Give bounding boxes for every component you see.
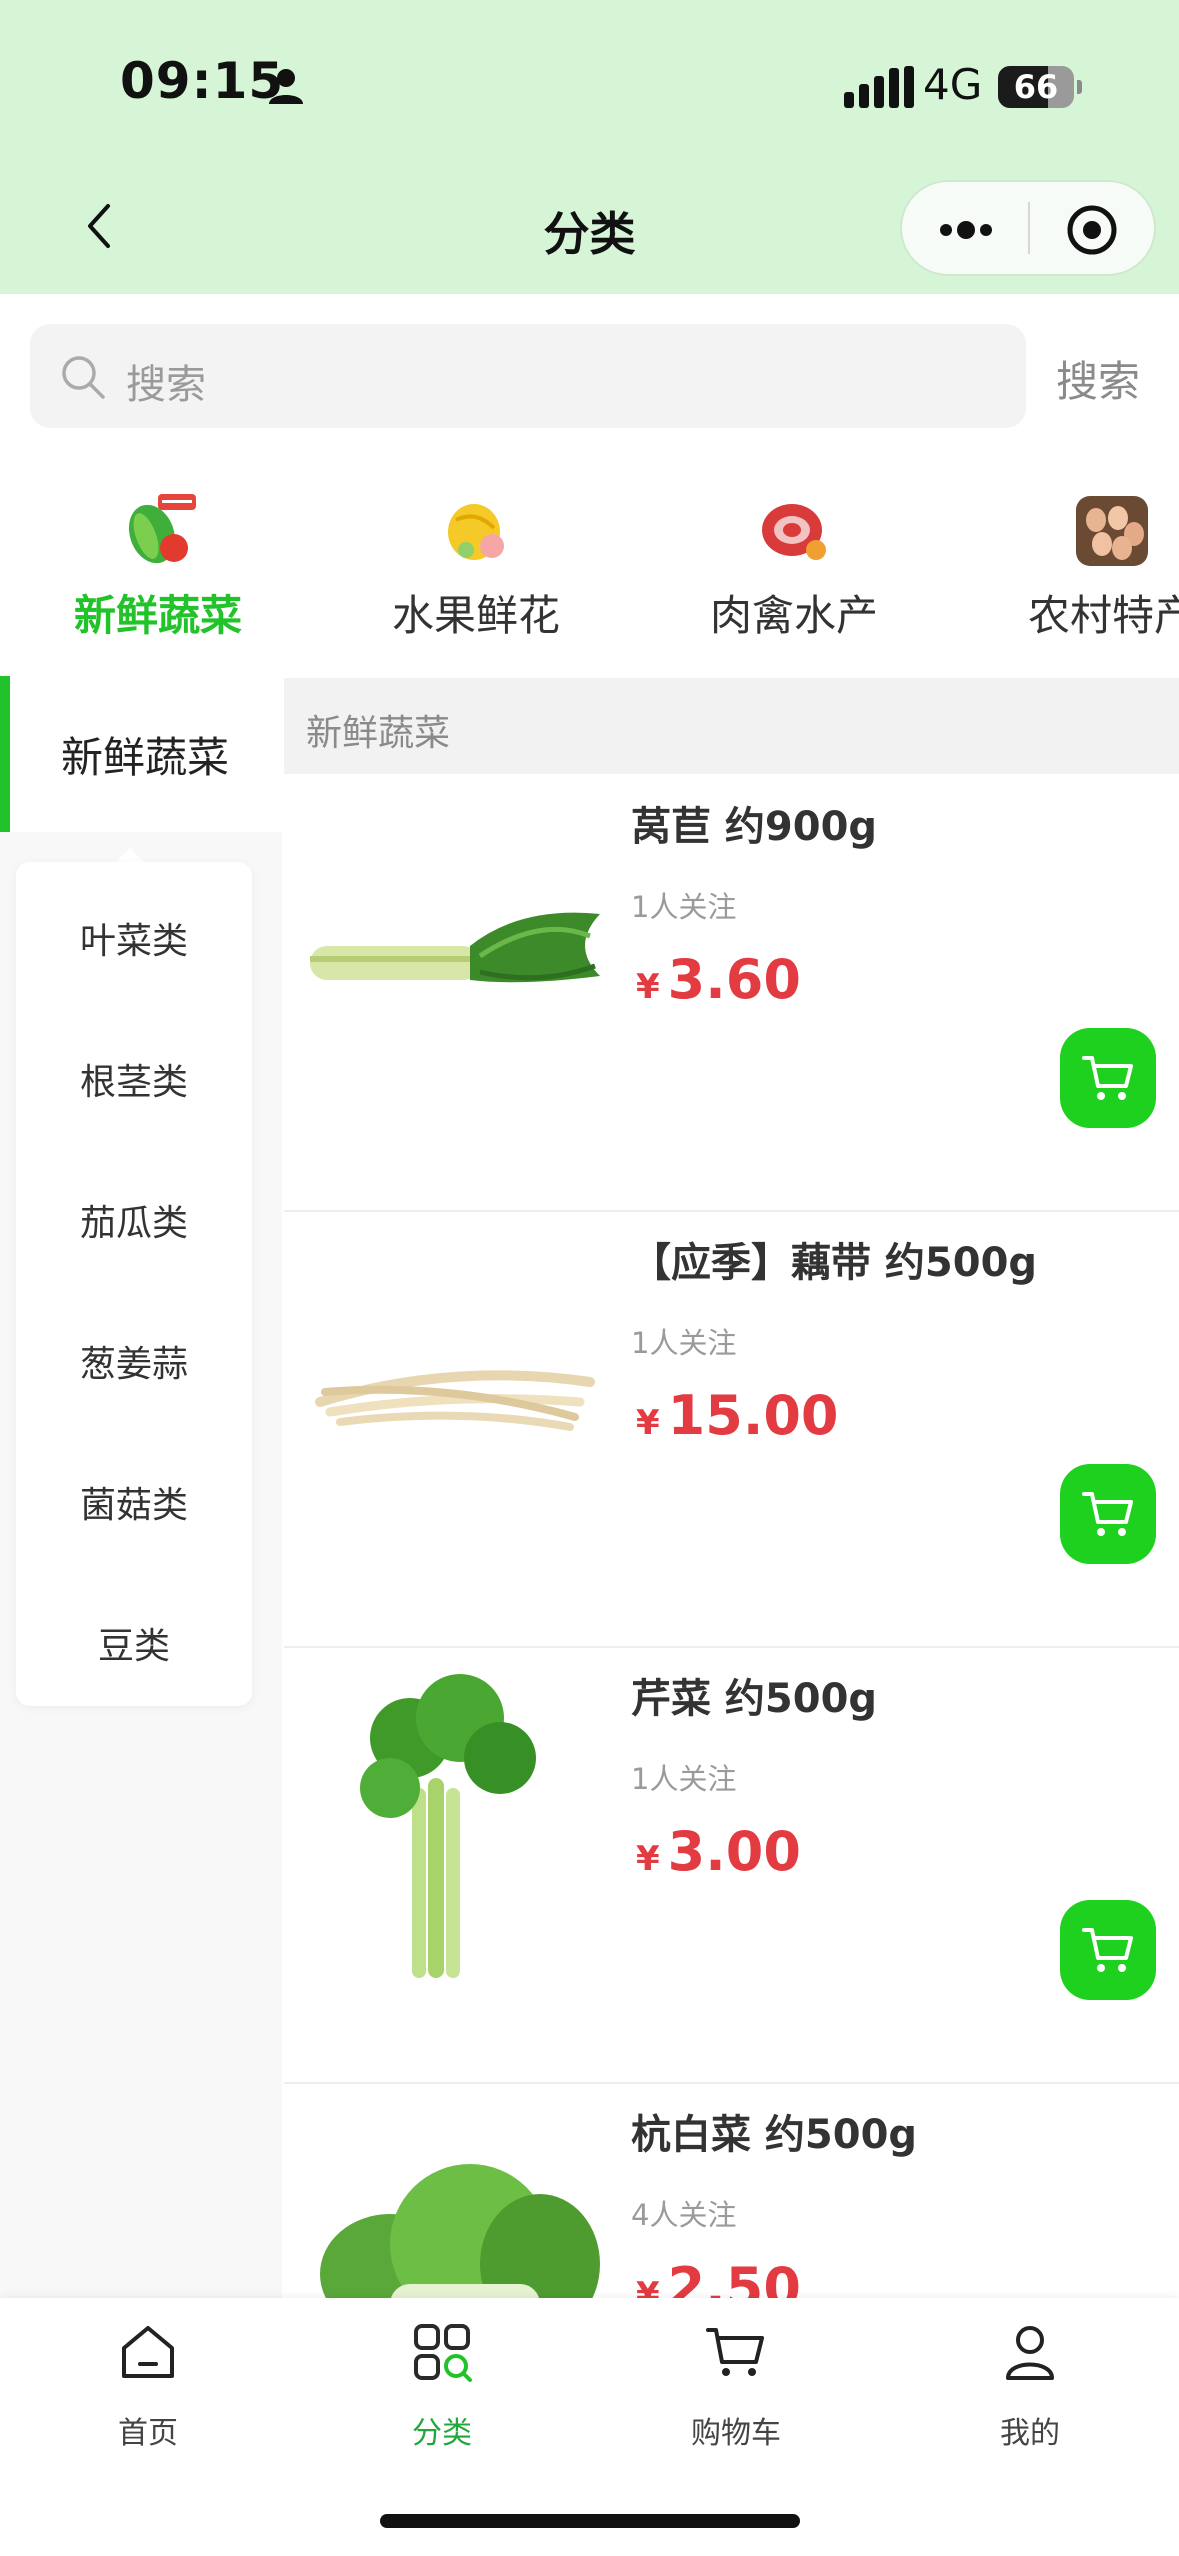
top-category-fruit[interactable]: 水果鲜花 — [326, 490, 626, 650]
product-card[interactable]: 莴苣 约900g 1人关注 ¥3.60 — [284, 776, 1179, 1212]
top-category-specialty[interactable]: 农村特产 — [962, 490, 1179, 650]
left-category-active[interactable]: 新鲜蔬菜 — [0, 676, 282, 832]
search-input[interactable]: 搜索 — [30, 324, 1026, 428]
tab-home[interactable]: 首页 — [48, 2320, 248, 2460]
meat-icon — [762, 504, 826, 560]
network-label: 4G — [923, 60, 983, 109]
cart-icon — [1082, 1928, 1133, 1972]
tab-cart[interactable]: 购物车 — [636, 2320, 836, 2460]
search-icon — [62, 356, 105, 399]
subcategory-panel: 叶菜类 根茎类 茄瓜类 葱姜蒜 菌菇类 豆类 — [16, 862, 252, 1706]
product-name: 芹菜 约500g — [631, 1676, 878, 1722]
top-category-label: 水果鲜花 — [391, 591, 560, 640]
cart-icon — [1082, 1492, 1133, 1536]
product-price: ¥15.00 — [636, 1384, 839, 1447]
home-indicator — [380, 2514, 800, 2528]
lotus-shoots-image — [315, 1370, 595, 1431]
tab-category[interactable]: 分类 — [342, 2320, 542, 2460]
mini-program-capsule — [900, 180, 1156, 276]
signal-icon — [844, 66, 914, 108]
product-price: ¥3.00 — [636, 1820, 801, 1883]
eggs-icon — [1076, 496, 1148, 566]
person-icon — [269, 69, 303, 104]
close-target-icon[interactable] — [1066, 204, 1118, 256]
subcategory-item[interactable]: 茄瓜类 — [16, 1194, 252, 1246]
top-category-label: 肉禽水产 — [709, 591, 878, 640]
subcategory-item[interactable]: 叶菜类 — [16, 912, 252, 964]
search-button[interactable]: 搜索 — [1056, 348, 1140, 409]
tab-label: 分类 — [412, 2416, 472, 2451]
category-icon — [414, 2324, 472, 2382]
cart-icon — [706, 2328, 764, 2376]
fruit-icon — [448, 504, 504, 560]
celery-image — [360, 1674, 536, 1978]
top-category-vegetables[interactable]: 新鲜蔬菜 — [8, 490, 308, 650]
section-title: 新鲜蔬菜 — [306, 713, 451, 754]
profile-icon — [1006, 2326, 1054, 2380]
product-followers: 4人关注 — [631, 2198, 737, 2232]
product-name: 【应季】藕带 约500g — [631, 1240, 1038, 1286]
subcategory-item[interactable]: 菌菇类 — [16, 1476, 252, 1528]
add-to-cart-button[interactable] — [1060, 1028, 1156, 1128]
top-category-label: 新鲜蔬菜 — [73, 591, 242, 640]
tab-profile[interactable]: 我的 — [930, 2320, 1130, 2460]
lettuce-stem-image — [310, 912, 600, 983]
search-placeholder: 搜索 — [126, 362, 206, 408]
product-price: ¥3.60 — [636, 948, 801, 1011]
vegetables-icon — [128, 494, 196, 564]
product-card[interactable]: 芹菜 约500g 1人关注 ¥3.00 — [284, 1648, 1179, 2084]
subcategory-item[interactable]: 豆类 — [16, 1617, 252, 1669]
tab-label: 我的 — [1000, 2416, 1060, 2451]
product-followers: 1人关注 — [631, 890, 737, 924]
tab-label: 首页 — [118, 2416, 178, 2451]
add-to-cart-button[interactable] — [1060, 1464, 1156, 1564]
submenu-pointer — [116, 848, 144, 862]
status-time: 09:15 — [120, 52, 285, 110]
more-icon[interactable] — [936, 212, 996, 248]
battery-level: 66 — [1013, 68, 1059, 106]
top-category-meat[interactable]: 肉禽水产 — [644, 490, 944, 650]
home-icon — [122, 2326, 174, 2378]
cart-icon — [1082, 1056, 1133, 1100]
battery-icon: 66 — [998, 66, 1082, 108]
left-category-label: 新鲜蔬菜 — [60, 733, 229, 782]
capsule-divider — [1028, 202, 1030, 254]
product-followers: 1人关注 — [631, 1762, 737, 1796]
top-category-label: 农村特产 — [1027, 591, 1179, 640]
subcategory-item[interactable]: 根茎类 — [16, 1053, 252, 1105]
subcategory-item[interactable]: 葱姜蒜 — [16, 1335, 252, 1387]
product-followers: 1人关注 — [631, 1326, 737, 1360]
product-name: 杭白菜 约500g — [631, 2112, 918, 2158]
tab-label: 购物车 — [691, 2416, 781, 2451]
product-card[interactable]: 【应季】藕带 约500g 1人关注 ¥15.00 — [284, 1212, 1179, 1648]
section-header: 新鲜蔬菜 — [284, 678, 1179, 774]
add-to-cart-button[interactable] — [1060, 1900, 1156, 2000]
product-name: 莴苣 约900g — [631, 804, 878, 850]
